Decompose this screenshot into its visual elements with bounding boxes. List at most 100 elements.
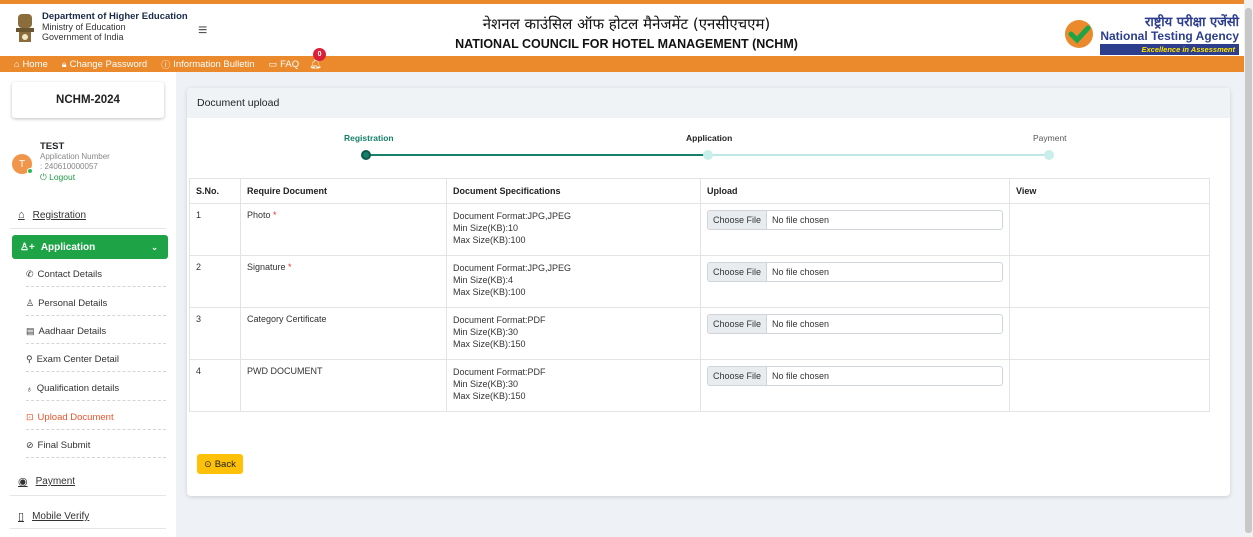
sidebar: NCHM-2024 T TEST Application Number : 24… <box>0 72 176 537</box>
sidebar-subitem-aadhaar-details[interactable]: ▤ Aadhaar Details <box>26 326 106 337</box>
user-icon: ♙ <box>26 298 35 308</box>
divider <box>10 495 166 496</box>
card-title: Document upload <box>187 88 1230 118</box>
divider <box>26 400 166 401</box>
scrollbar-thumb[interactable] <box>1245 8 1252 533</box>
row-specifications: Document Format:JPG,JPEG Min Size(KB):10… <box>446 203 701 256</box>
divider <box>10 528 166 529</box>
choose-file-button[interactable]: Choose File <box>708 367 768 385</box>
mobile-icon: ▯ <box>18 511 25 523</box>
user-plus-icon: ♙+ <box>20 241 35 253</box>
row-document-name: PWD DOCUMENT <box>240 359 447 412</box>
nav-information-bulletin[interactable]: ⓘ Information Bulletin <box>161 58 254 71</box>
top-header: Department of Higher Education Ministry … <box>0 0 1253 56</box>
nav-home[interactable]: ⌂ Home <box>14 59 48 70</box>
category-certificate-file-input[interactable]: Choose File No file chosen <box>707 314 1003 334</box>
document-table: S.No. Require Document Document Specific… <box>189 178 1210 412</box>
nta-logo: राष्ट्रीय परीक्षा एजेंसी National Testin… <box>1064 12 1239 55</box>
row-document-name: Signature * <box>240 255 447 308</box>
row-upload-cell: Choose File No file chosen <box>700 307 1010 360</box>
file-status: No file chosen <box>772 215 830 225</box>
chat-icon: ▭ <box>268 58 278 69</box>
logout-link[interactable]: ⏻ Logout <box>40 172 110 182</box>
row-document-name: Category Certificate <box>240 307 447 360</box>
row-sno: 3 <box>189 307 241 360</box>
required-marker: * <box>273 210 277 220</box>
photo-file-input[interactable]: Choose File No file chosen <box>707 210 1003 230</box>
sidebar-subitem-personal-details[interactable]: ♙ Personal Details <box>26 298 107 309</box>
row-specifications: Document Format:PDF Min Size(KB):30 Max … <box>446 359 701 412</box>
row-sno: 1 <box>189 203 241 256</box>
info-icon: ⓘ <box>161 59 171 70</box>
sidebar-item-mobile-verify[interactable]: ▯ Mobile Verify <box>18 510 89 523</box>
upload-icon: ⊡ <box>26 412 34 422</box>
id-card-icon: ▤ <box>26 326 35 336</box>
choose-file-button[interactable]: Choose File <box>708 211 768 229</box>
column-header-upload: Upload <box>700 178 1010 204</box>
page-scrollbar[interactable] <box>1244 0 1253 537</box>
phone-icon: ✆ <box>26 269 34 279</box>
notification-bell-icon[interactable]: 🔔︎ 0 <box>309 47 327 70</box>
home-icon: ⌂ <box>14 59 20 69</box>
nav-faq[interactable]: ▭ FAQ <box>269 59 300 70</box>
table-row: 1 Photo * Document Format:JPG,JPEG Min S… <box>189 203 1210 256</box>
row-view-cell <box>1009 203 1210 256</box>
row-sno: 4 <box>189 359 241 412</box>
avatar: T <box>12 154 33 174</box>
nav-bar: ⌂ Home 🔒︎ Change Password ⓘ Information Bul… <box>0 47 1253 72</box>
divider <box>10 228 166 229</box>
table-header-row: S.No. Require Document Document Specific… <box>189 178 1210 204</box>
row-upload-cell: Choose File No file chosen <box>700 255 1010 308</box>
step-registration-label: Registration <box>344 133 394 143</box>
step-payment-dot <box>1044 150 1054 160</box>
signature-file-input[interactable]: Choose File No file chosen <box>707 262 1003 282</box>
online-indicator <box>27 168 33 174</box>
choose-file-button[interactable]: Choose File <box>708 315 768 333</box>
table-row: 2 Signature * Document Format:JPG,JPEG M… <box>189 255 1210 308</box>
nav-change-password[interactable]: 🔒︎ Change Password <box>62 59 147 70</box>
user-name: TEST <box>40 141 65 152</box>
row-view-cell <box>1009 255 1210 308</box>
document-upload-card: Document upload Registration Application… <box>187 88 1230 496</box>
sidebar-subitem-upload-document[interactable]: ⊡ Upload Document <box>26 412 114 423</box>
step-application-dot <box>703 150 713 160</box>
choose-file-button[interactable]: Choose File <box>708 263 768 281</box>
award-icon: ♁ <box>26 383 33 394</box>
divider <box>26 429 166 430</box>
row-specifications: Document Format:PDF Min Size(KB):30 Max … <box>446 307 701 360</box>
column-header-specifications: Document Specifications <box>446 178 701 204</box>
sidebar-item-application[interactable]: ♙+ Application ⌄ <box>12 235 168 259</box>
row-view-cell <box>1009 307 1210 360</box>
sidebar-item-registration[interactable]: ⌂ Registration <box>18 209 86 221</box>
step-application-label: Application <box>686 133 733 143</box>
sidebar-subitem-contact-details[interactable]: ✆ Contact Details <box>26 269 102 280</box>
row-document-name: Photo * <box>240 203 447 256</box>
column-header-require-document: Require Document <box>240 178 447 204</box>
user-profile: T TEST Application Number : 240610000057… <box>10 140 170 190</box>
row-sno: 2 <box>189 255 241 308</box>
progress-line-pending <box>707 154 1049 156</box>
sidebar-subitem-qualification-details[interactable]: ♁ Qualification details <box>26 383 119 394</box>
pwd-document-file-input[interactable]: Choose File No file chosen <box>707 366 1003 386</box>
divider <box>26 457 166 458</box>
sidebar-subitem-exam-center-detail[interactable]: ⚲ Exam Center Detail <box>26 354 119 365</box>
lock-icon: 🔒︎ <box>61 58 67 69</box>
divider <box>26 286 166 287</box>
back-button[interactable]: ⊙ Back <box>197 454 243 474</box>
step-payment-label: Payment <box>1033 133 1067 143</box>
divider <box>26 343 166 344</box>
file-status: No file chosen <box>772 267 830 277</box>
divider <box>26 371 166 372</box>
nta-name: National Testing Agency <box>1100 29 1239 43</box>
payment-icon: ◉ <box>18 476 28 488</box>
home-icon: ⌂ <box>18 209 25 221</box>
notification-badge: 0 <box>313 47 327 61</box>
sidebar-subitem-final-submit[interactable]: ⊘ Final Submit <box>26 440 90 451</box>
sidebar-item-payment[interactable]: ◉ Payment <box>18 475 75 488</box>
sidebar-brand: NCHM-2024 <box>12 82 164 118</box>
table-row: 3 Category Certificate Document Format:P… <box>189 307 1210 360</box>
row-view-cell <box>1009 359 1210 412</box>
application-number: : 240610000057 <box>40 162 98 171</box>
nta-tagline: Excellence in Assessment <box>1100 44 1239 55</box>
check-circle-icon: ⊘ <box>26 440 34 450</box>
